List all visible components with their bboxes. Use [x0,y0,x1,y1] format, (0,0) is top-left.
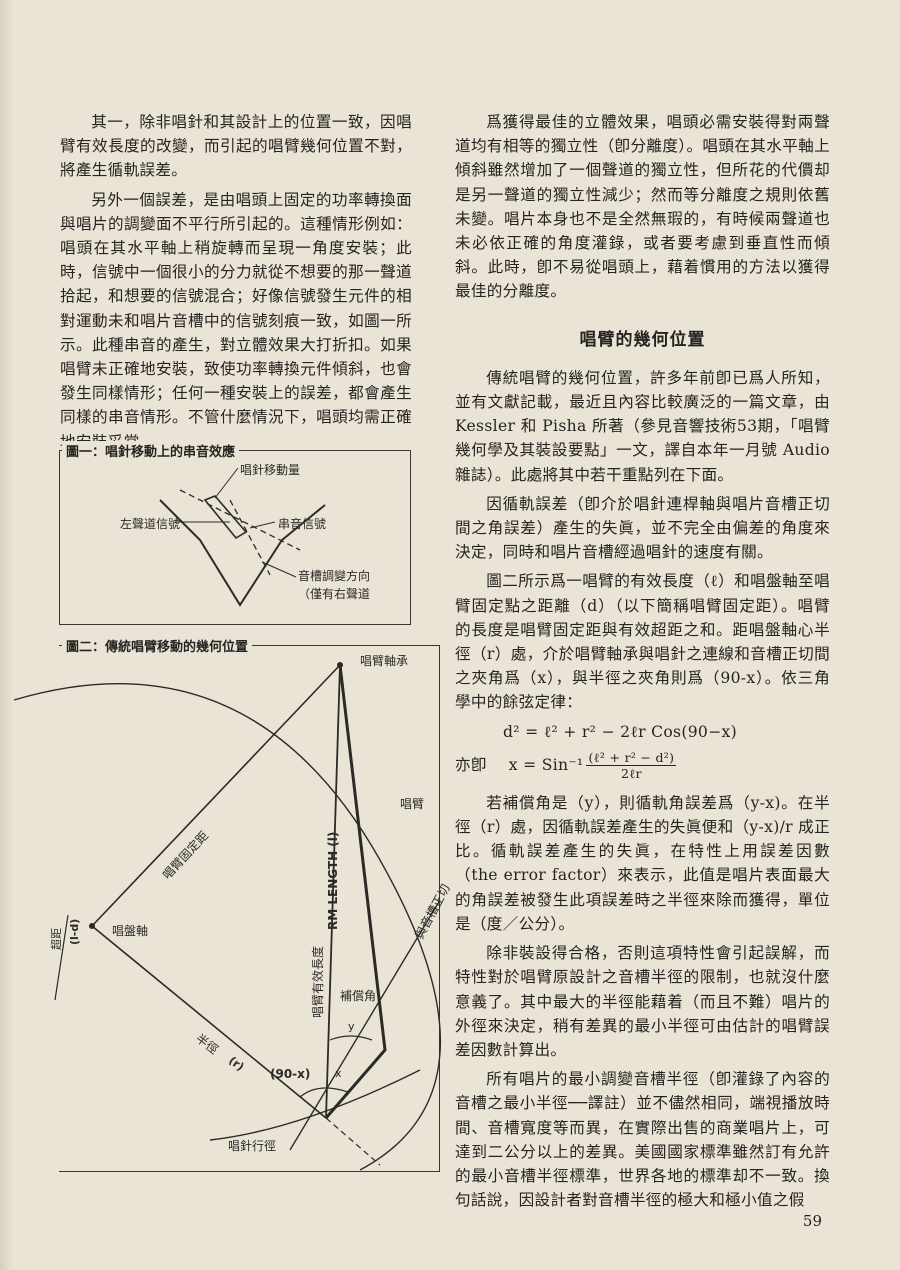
right-paragraph-1: 爲獲得最佳的立體效果，唱頭必需安裝得對兩聲道均有相等的獨立性（卽分離度）。唱頭在… [455,113,830,301]
formula-2-lhs: x = Sin⁻¹ [508,756,584,775]
right-paragraph-5: 若補償角是（y），則循軌角誤差爲（y-x)。在半徑（r）處，因循軌誤差產生的失眞… [455,793,830,933]
mounting-distance-line [91,664,341,927]
page-number: 59 [802,1212,822,1230]
formula-2-numerator: (ℓ² + r² − d²) [586,749,677,766]
label-overhang: 超距 [49,928,63,950]
label-effective-length: 唱臂有效長度 [310,946,325,1018]
right-column: 爲獲得最佳的立體效果，唱頭必需安裝得對兩聲道均有相等的獨立性（卽分離度）。唱頭在… [455,110,830,1217]
formula-2-denominator: 2ℓr [620,765,642,781]
formula-arcsin: 亦卽 x = Sin⁻¹ (ℓ² + r² − d²) 2ℓr [455,750,830,781]
right-paragraph-2: 傳統唱臂的幾何位置，許多年前卽已爲人所知，並有文獻記載，最近且內容比較廣泛的一篇… [455,368,830,484]
spindle-dot [89,923,95,929]
label-arm: 唱臂 [400,797,424,811]
label-arm-bearing: 唱臂軸承 [360,654,408,668]
right-paragraph-7: 所有唱片的最小調變音槽半徑（卽灌錄了內容的音槽之最小半徑──譯註）並不儘然相同，… [455,1070,830,1210]
right-paragraph-6: 除非裝設得合格，否則這項特性會引起誤解，而特性對於唱臂原設計之音槽半徑的限制，也… [455,944,830,1059]
label-angle-90-x: (90-x) [270,1067,310,1081]
label-rm-length: RM LENGTH (l) [326,832,340,930]
formula-1-text: d² = ℓ² + r² − 2ℓr Cos(90−x) [503,722,737,741]
label-stylus-path: 唱針行徑 [228,1138,276,1153]
label-r: (r) [226,1054,246,1074]
formula-2-prefix: 亦卽 [455,756,487,775]
radius-extension-dash [325,1117,381,1166]
formula-law-of-cosines: d² = ℓ² + r² − 2ℓr Cos(90−x) [455,720,830,744]
right-paragraph-3: 因循軌誤差（卽介於唱針連桿軸與唱片音槽正切間之角誤差）產生的失眞，並不完全由偏差… [455,494,830,562]
stylus-path-arc [209,1069,421,1141]
right-paragraph-4: 圖二所示爲一唱臂的有效長度（ℓ）和唱盤軸至唱臂固定點之距離（d）（以下簡稱唱臂固… [455,572,830,712]
arm-bearing-dot [337,662,343,668]
label-tangent: 與音槽正切 [411,881,452,941]
overhang-bracket [54,914,69,1001]
label-mounting-distance: 唱臂固定距 [159,828,211,882]
angle-y-arc [329,1035,373,1041]
label-offset-angle: 補償角 [340,989,376,1003]
formula-2-fraction: (ℓ² + r² − d²) 2ℓr [586,749,677,781]
label-radius: 半徑 [193,1031,221,1057]
radius-line [91,925,327,1119]
label-spindle: 唱盤軸 [112,924,148,938]
label-x: x [335,1067,342,1080]
label-overhang-value: (l-d) [68,919,81,945]
label-y: y [348,1020,355,1033]
section-heading: 唱臂的幾何位置 [579,329,706,350]
